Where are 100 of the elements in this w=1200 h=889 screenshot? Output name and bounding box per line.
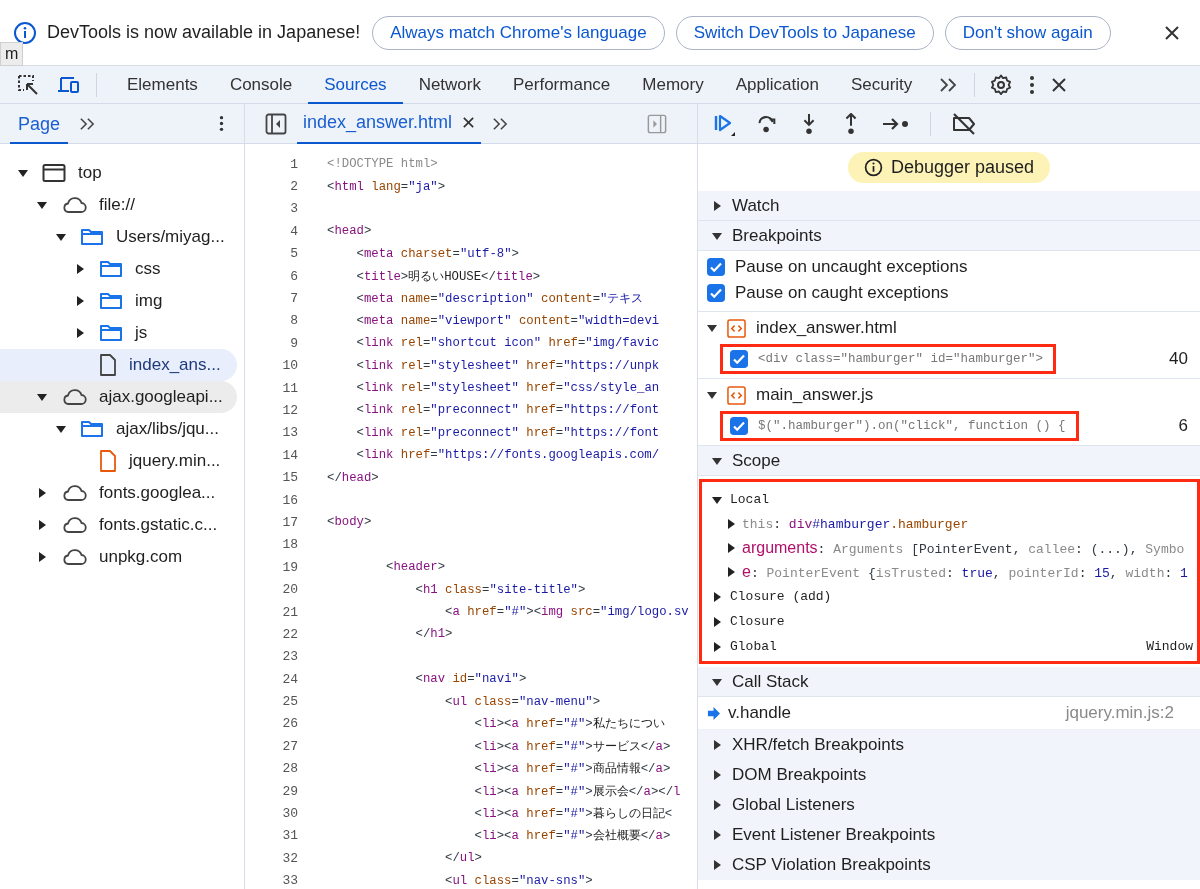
tree-item[interactable]: jquery.min... [0, 445, 237, 477]
tree-item[interactable]: ajax/libs/jqu... [0, 413, 237, 445]
line-number: 31 [281, 828, 298, 844]
expand-arrow-icon[interactable] [37, 392, 47, 402]
banner-button[interactable]: Always match Chrome's language [372, 15, 665, 50]
checkbox[interactable] [730, 417, 748, 435]
inspect-icon[interactable] [16, 72, 40, 97]
checkbox[interactable] [730, 350, 748, 368]
tree-item[interactable]: js [0, 317, 237, 349]
code-line: <header> [385, 560, 446, 575]
section-header[interactable]: Call Stack [698, 667, 1200, 697]
expand-arrow-icon[interactable] [75, 328, 85, 338]
expand-arrow-icon[interactable] [707, 390, 717, 400]
section-header[interactable]: XHR/fetch Breakpoints [698, 730, 1200, 760]
panel-tab[interactable]: Memory [626, 65, 720, 104]
tree-item[interactable]: file:// [0, 189, 237, 221]
section-header[interactable]: Scope [698, 446, 1200, 476]
code-line: <!DOCTYPE html> [327, 157, 438, 172]
expand-arrow-icon[interactable] [37, 552, 47, 562]
section-header[interactable]: CSP Violation Breakpoints [698, 850, 1200, 880]
panel-tab[interactable]: Application [719, 65, 835, 104]
more-menu-icon[interactable] [219, 115, 224, 132]
expand-arrow-icon[interactable] [712, 860, 722, 870]
line-number: 12 [281, 403, 298, 418]
tree-item[interactable]: ajax.googleapi... [0, 381, 237, 413]
expand-arrow-icon[interactable] [726, 567, 736, 577]
section-header[interactable]: Event Listener Breakpoints [698, 820, 1200, 850]
line-number: 14 [281, 447, 298, 463]
panel-tab[interactable]: Elements [111, 65, 214, 104]
line-number: 26 [281, 716, 298, 732]
expand-arrow-icon[interactable] [18, 168, 28, 178]
close-icon[interactable] [1051, 76, 1068, 93]
sidebar-toggle-icon[interactable] [265, 112, 287, 135]
scope-name: Closure (add) [730, 589, 832, 604]
section-header[interactable]: Global Listeners [698, 790, 1200, 820]
section-header[interactable]: DOM Breakpoints [698, 760, 1200, 790]
expand-arrow-icon[interactable] [712, 230, 722, 241]
expand-arrow-icon[interactable] [75, 296, 85, 306]
code-line: <li><a href="#">商品情報</a> [473, 761, 671, 778]
tree-item[interactable]: img [0, 285, 237, 317]
expand-arrow-icon[interactable] [712, 200, 722, 211]
checkbox[interactable] [707, 284, 725, 302]
close-icon[interactable] [462, 116, 476, 129]
expand-arrow-icon[interactable] [712, 800, 722, 810]
tree-item[interactable]: css [0, 253, 237, 285]
deactivate-breakpoints-icon[interactable] [951, 111, 977, 136]
expand-arrow-icon[interactable] [726, 543, 736, 553]
line-number: 18 [281, 537, 298, 553]
tree-item[interactable]: unpkg.com [0, 541, 237, 573]
line-number: 13 [281, 425, 298, 441]
expand-arrow-icon[interactable] [37, 520, 47, 530]
line-number: 17 [281, 514, 298, 530]
sidebar-toggle-icon[interactable] [647, 113, 667, 134]
code-line: </head> [327, 470, 379, 485]
expand-arrow-icon[interactable] [712, 494, 722, 505]
expand-arrow-icon[interactable] [712, 830, 722, 840]
expand-arrow-icon[interactable] [712, 676, 722, 687]
chevron-double-icon[interactable] [938, 76, 959, 93]
chevron-double-icon[interactable] [491, 116, 510, 131]
section-header[interactable]: Breakpoints [698, 221, 1200, 251]
tree-item[interactable]: fonts.googlea... [0, 477, 237, 509]
panel-tab[interactable]: Security [834, 65, 929, 104]
code-line: <link rel="stylesheet" href="https://unpk [355, 358, 660, 373]
expand-arrow-icon[interactable] [712, 740, 722, 750]
more-menu-icon[interactable] [1029, 74, 1036, 95]
expand-arrow-icon[interactable] [712, 641, 722, 652]
settings-icon[interactable] [989, 72, 1014, 97]
panel-tab[interactable]: Performance [497, 65, 627, 104]
line-number: 9 [289, 335, 298, 351]
chevron-double-icon[interactable] [78, 116, 97, 131]
folder-icon [99, 259, 123, 279]
banner-button[interactable]: Don't show again [944, 15, 1111, 50]
expand-arrow-icon[interactable] [712, 616, 722, 627]
banner-button[interactable]: Switch DevTools to Japanese [675, 15, 934, 50]
section-header[interactable]: Watch [698, 191, 1200, 221]
expand-arrow-icon[interactable] [726, 519, 736, 529]
tree-item[interactable]: Users/miyag... [0, 221, 237, 253]
tree-item[interactable]: fonts.gstatic.c... [0, 509, 237, 541]
close-icon[interactable] [1164, 24, 1180, 41]
line-number: 27 [281, 738, 298, 754]
breakpoint-code: <div class="hamburger" id="hamburger"> [758, 352, 1044, 366]
line-number: 21 [281, 604, 298, 620]
expand-arrow-icon[interactable] [56, 232, 66, 242]
tree-item[interactable]: top [0, 157, 237, 189]
line-number: 2 [289, 179, 298, 195]
checkbox[interactable] [707, 258, 725, 276]
file-icon [99, 450, 117, 472]
scope-variable: e: PointerEvent {isTrusted: true, pointerId: 15, width: 1 [742, 563, 1188, 581]
tree-item[interactable]: index_ans... [0, 349, 237, 381]
expand-arrow-icon[interactable] [56, 424, 66, 434]
expand-arrow-icon[interactable] [712, 591, 722, 602]
expand-arrow-icon[interactable] [707, 323, 717, 333]
expand-arrow-icon[interactable] [37, 488, 47, 498]
expand-arrow-icon[interactable] [712, 770, 722, 780]
expand-arrow-icon[interactable] [75, 264, 85, 274]
expand-arrow-icon[interactable] [712, 455, 722, 466]
panel-tab[interactable]: Console [213, 65, 309, 104]
file-icon [99, 354, 117, 376]
panel-tab[interactable]: Network [402, 65, 497, 104]
expand-arrow-icon[interactable] [37, 200, 47, 210]
